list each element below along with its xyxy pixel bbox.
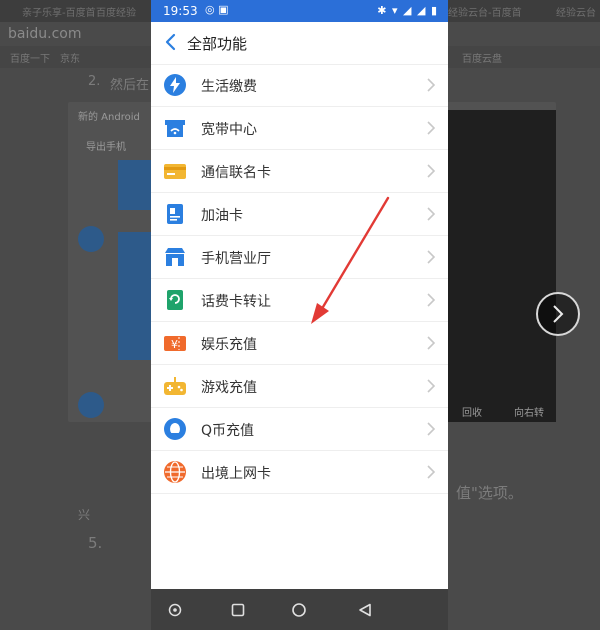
item-label: 加油卡 — [201, 208, 243, 224]
list-item-card-transfer[interactable]: 话费卡转让 — [151, 279, 448, 322]
page-title: 全部功能 — [187, 35, 248, 53]
notification-icons: ◎ ▣ — [205, 3, 229, 16]
qq-penguin-icon — [163, 417, 187, 441]
item-label: 话费卡转让 — [201, 294, 271, 310]
back-arrow-icon[interactable] — [159, 29, 181, 55]
home-circle-icon[interactable] — [289, 600, 309, 620]
shop-icon — [163, 245, 187, 269]
signal-battery-icons: ✱ ▾ ◢ ◢ ▮ — [377, 4, 438, 17]
item-label: 通信联名卡 — [201, 165, 271, 181]
list-item-overseas-data-card[interactable]: 出境上网卡 — [151, 451, 448, 494]
browser-tab[interactable]: 亲子乐享-百度首 — [22, 4, 96, 19]
panel-title: 新的 Android — [78, 112, 140, 123]
chevron-right-icon — [427, 78, 436, 92]
step-number: 2. — [88, 74, 101, 89]
square-icon[interactable] — [228, 600, 248, 620]
thumbnail-image — [118, 160, 152, 210]
list-item-fuel-card[interactable]: 加油卡 — [151, 193, 448, 236]
chevron-right-icon — [553, 305, 564, 323]
preview-caption: 向右转 — [514, 408, 544, 419]
item-label: 出境上网卡 — [201, 466, 271, 482]
step-number: 5. — [88, 534, 103, 552]
bookmark-item[interactable]: 百度一下 — [10, 50, 50, 65]
chevron-right-icon — [427, 336, 436, 350]
svg-text:¥: ¥ — [171, 338, 178, 351]
chevron-right-icon — [427, 465, 436, 479]
chevron-right-icon — [427, 379, 436, 393]
dark-preview-image — [446, 110, 556, 422]
list-item-entertainment-recharge[interactable]: ¥ 娱乐充值 — [151, 322, 448, 365]
list-item-game-recharge[interactable]: 游戏充值 — [151, 365, 448, 408]
list-item-broadband[interactable]: 宽带中心 — [151, 107, 448, 150]
chevron-right-icon — [427, 250, 436, 264]
next-image-button[interactable] — [536, 292, 580, 336]
circle-dot-icon[interactable] — [165, 600, 185, 620]
item-label: 游戏充值 — [201, 380, 257, 396]
app-bar: 全部功能 — [151, 22, 448, 65]
item-label: 生活缴费 — [201, 79, 257, 95]
browser-tab[interactable]: 百度经验 — [96, 4, 136, 19]
item-label: Q币充值 — [201, 423, 255, 439]
store-wifi-icon — [163, 116, 187, 140]
globe-icon — [163, 460, 187, 484]
card-icon — [163, 159, 187, 183]
footer-mark: 兴 — [78, 508, 91, 522]
step-text: 然后在 — [110, 78, 150, 93]
preview-caption: 回收 — [462, 408, 482, 419]
chevron-right-icon — [427, 422, 436, 436]
chevron-right-icon — [427, 164, 436, 178]
browser-tab[interactable]: 经验云台-百度首 — [448, 4, 522, 19]
list-item-qcoin-recharge[interactable]: Q币充值 — [151, 408, 448, 451]
item-label: 宽带中心 — [201, 122, 257, 138]
bookmark-item[interactable]: 京东 — [60, 50, 80, 65]
list-item-life-payment[interactable]: 生活缴费 — [151, 64, 448, 107]
status-bar: 19:53 ◎ ▣ ✱ ▾ ◢ ◢ ▮ — [151, 0, 448, 22]
function-list: 生活缴费 宽带中心 通信联名卡 加油卡 手机营业厅 话费卡转让 ¥ 娱乐充值 游… — [151, 64, 448, 494]
fuel-card-icon — [163, 202, 187, 226]
step-text: 值"选项。 — [456, 484, 523, 502]
chevron-right-icon — [427, 121, 436, 135]
chevron-right-icon — [427, 207, 436, 221]
chevron-right-icon — [427, 293, 436, 307]
phone-screen: 19:53 ◎ ▣ ✱ ▾ ◢ ◢ ▮ 全部功能 生活缴费 宽带中心 通信联名卡… — [151, 0, 448, 630]
android-nav-bar — [151, 589, 448, 630]
transfer-card-icon — [163, 288, 187, 312]
item-label: 娱乐充值 — [201, 337, 257, 353]
item-label: 手机营业厅 — [201, 251, 271, 267]
yen-ticket-icon: ¥ — [163, 331, 187, 355]
list-item-cobrand-card[interactable]: 通信联名卡 — [151, 150, 448, 193]
back-triangle-icon[interactable] — [355, 600, 375, 620]
lightning-icon — [163, 73, 187, 97]
list-item-mobile-hall[interactable]: 手机营业厅 — [151, 236, 448, 279]
thumbnail-image — [118, 232, 152, 360]
avatar — [78, 226, 104, 252]
avatar — [78, 392, 104, 418]
bookmark-item[interactable]: 百度云盘 — [462, 50, 502, 65]
status-time: 19:53 — [163, 4, 198, 18]
browser-tab[interactable]: 经验云台 — [556, 4, 596, 19]
browser-url[interactable]: baidu.com — [8, 26, 81, 42]
panel-subtitle: 导出手机 — [86, 142, 126, 153]
gamepad-icon — [163, 374, 187, 398]
